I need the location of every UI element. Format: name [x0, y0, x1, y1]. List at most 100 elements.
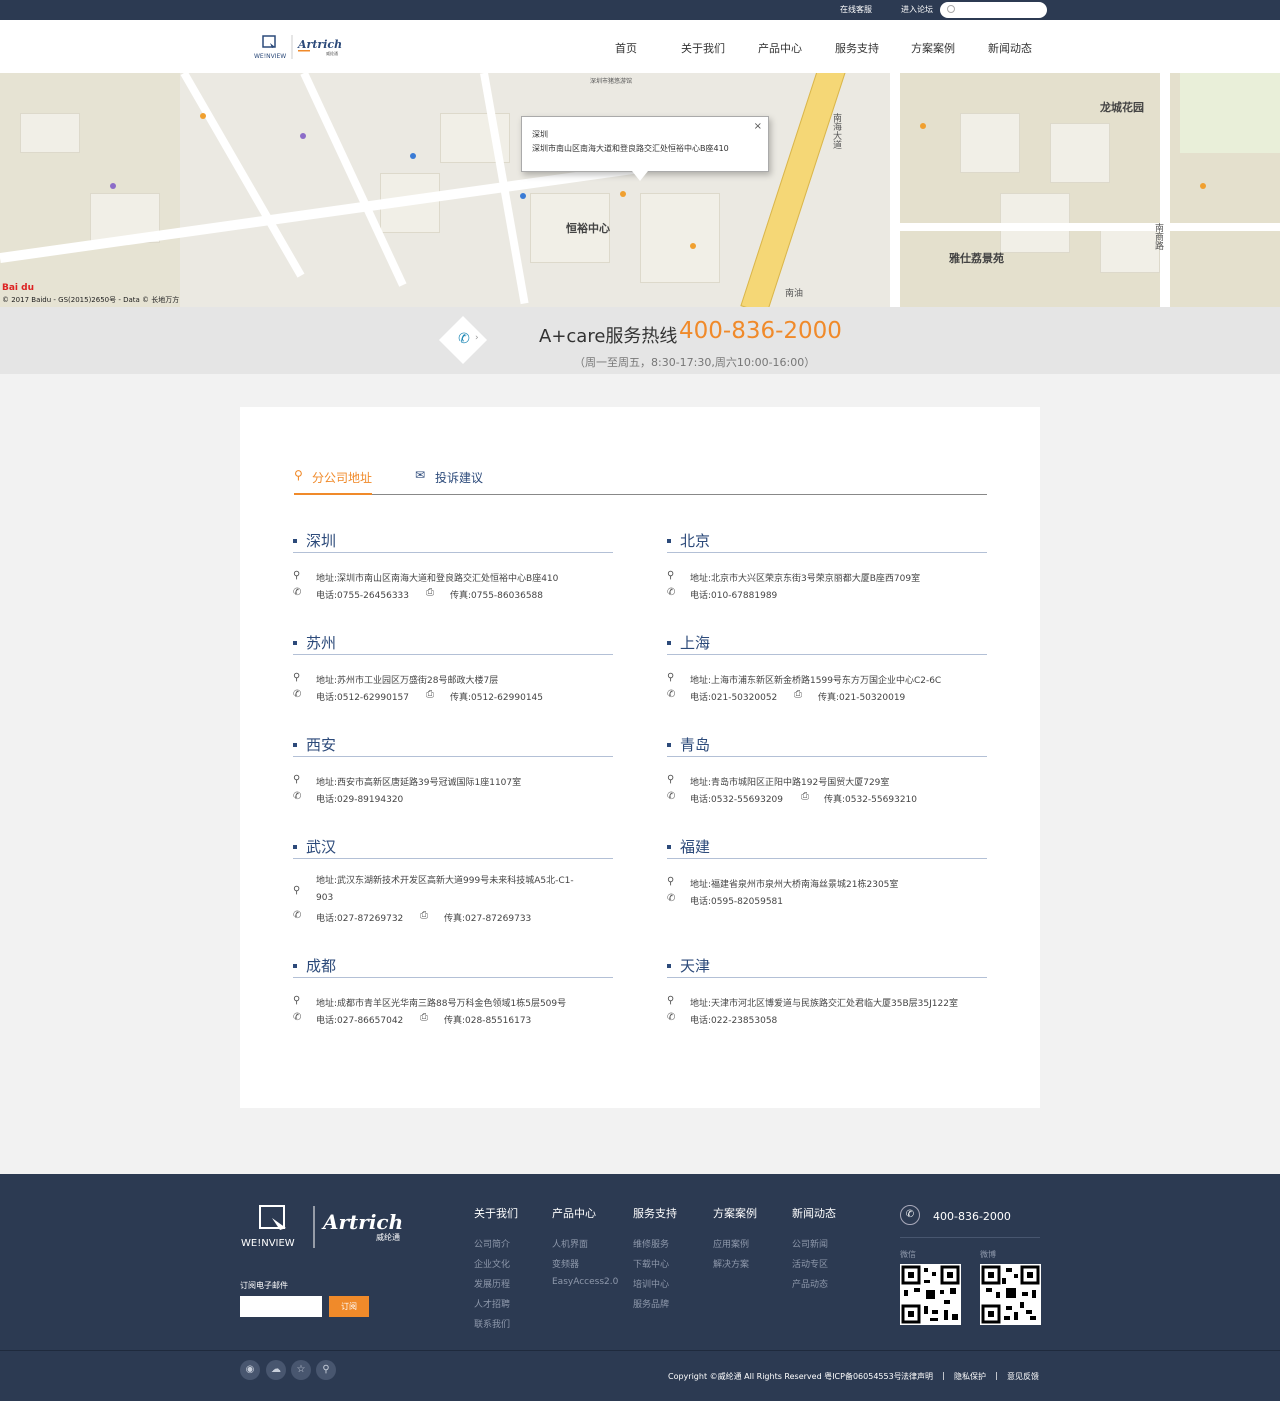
footer-col-about[interactable]: 关于我们: [474, 1205, 518, 1221]
footer-link[interactable]: 公司简介: [474, 1237, 510, 1250]
footer-link[interactable]: 活动专区: [792, 1257, 828, 1270]
office-title: 武汉: [293, 835, 613, 859]
footer-link[interactable]: 服务品牌: [633, 1297, 669, 1310]
nav-products[interactable]: 产品中心: [758, 40, 802, 56]
footer-col-products[interactable]: 产品中心: [552, 1205, 596, 1221]
map-info-popup[interactable]: 深圳 深圳市南山区南海大道和登良路交汇处恒裕中心B座410 ×: [521, 116, 769, 181]
location-pin-icon: ⚲: [293, 885, 301, 896]
map-copyright: © 2017 Baidu - GS(2015)2650号 - Data © 长地…: [2, 296, 180, 304]
fax-icon: ⎙: [420, 910, 428, 921]
search-box[interactable]: [940, 2, 1047, 18]
popup-city: 深圳: [532, 130, 548, 139]
brand-logo[interactable]: WE!NVIEW Artrich 威纶通: [252, 33, 347, 61]
close-icon[interactable]: ×: [754, 121, 762, 132]
map-poi: [520, 193, 526, 199]
popup-tail: [632, 171, 648, 181]
qr-wechat-label: 微信: [900, 1250, 916, 1259]
footer-col-news[interactable]: 新闻动态: [792, 1205, 836, 1221]
office-city: 青岛: [680, 736, 711, 754]
office-city: 苏州: [306, 634, 337, 652]
top-bar: 在线客服 进入论坛: [0, 0, 1280, 20]
nav-home[interactable]: 首页: [615, 40, 637, 56]
fax-icon: ⎙: [426, 587, 434, 598]
contact-panel: ⚲ 分公司地址 ✉ 投诉建议 深圳 ⚲ 地址:深圳市南山区南海大道和登良路交汇处恒…: [240, 407, 1040, 1108]
tab-branch-address[interactable]: 分公司地址: [293, 469, 373, 495]
link-separator: |: [995, 1371, 998, 1380]
location-map[interactable]: 恒裕中心 龙城花园 雅仕荔景苑 南海大道 南油 南商路 深圳市猪悠游馆 深圳 深…: [0, 73, 1280, 307]
office-title: 苏州: [293, 631, 613, 655]
phone-icon: ✆: [667, 893, 676, 904]
footer-logo[interactable]: WE!NVIEW Artrich 威纶通: [240, 1202, 420, 1252]
footer-link[interactable]: 发展历程: [474, 1277, 510, 1290]
subscribe-email-input[interactable]: [240, 1296, 322, 1317]
nav-about[interactable]: 关于我们: [681, 40, 725, 56]
footer-link[interactable]: 产品动态: [792, 1277, 828, 1290]
search-icon[interactable]: ⚲: [316, 1360, 336, 1380]
envelope-icon: ✉: [415, 468, 426, 482]
location-pin-icon: ⚲: [667, 774, 675, 785]
map-road: [890, 73, 900, 307]
footer-link[interactable]: 企业文化: [474, 1257, 510, 1270]
office-title: 成都: [293, 954, 613, 978]
footer-col-cases[interactable]: 方案案例: [713, 1205, 757, 1221]
footer-link[interactable]: 变频器: [552, 1257, 579, 1270]
map-poi: [200, 113, 206, 119]
map-label-nanyou: 南油: [785, 289, 804, 299]
search-input[interactable]: [958, 3, 1042, 17]
footer-link[interactable]: 维修服务: [633, 1237, 669, 1250]
location-pin-icon: ⚲: [293, 672, 301, 683]
office-title: 深圳: [293, 529, 613, 553]
footer-link[interactable]: 公司新闻: [792, 1237, 828, 1250]
office-title: 天津: [667, 954, 987, 978]
map-road: [180, 73, 305, 278]
fax-icon: ⎙: [426, 689, 434, 700]
fax-icon: ⎙: [794, 689, 802, 700]
forum-link[interactable]: 进入论坛: [901, 4, 933, 15]
footer-link[interactable]: 人才招聘: [474, 1297, 510, 1310]
office-title: 上海: [667, 631, 987, 655]
weibo-icon[interactable]: ◉: [240, 1360, 260, 1380]
hotline-hours: （周一至周五，8:30-17:30,周六10:00-16:00）: [574, 356, 816, 369]
svg-text:威纶通: 威纶通: [376, 1232, 400, 1242]
footer-link[interactable]: 联系我们: [474, 1317, 510, 1330]
feedback-link[interactable]: 意见反馈: [1007, 1371, 1039, 1382]
location-pin-icon: ⚲: [293, 570, 301, 581]
footer-link[interactable]: 解决方案: [713, 1257, 749, 1270]
phone-icon: ✆: [293, 689, 302, 700]
phone-icon: ✆: [293, 791, 302, 802]
star-icon[interactable]: ☆: [291, 1360, 311, 1380]
footer-divider: [900, 1237, 1040, 1238]
wechat-qr-code: [900, 1264, 961, 1325]
privacy-link[interactable]: 隐私保护: [954, 1371, 986, 1382]
location-pin-icon: ⚲: [667, 876, 675, 887]
footer-link[interactable]: 培训中心: [633, 1277, 669, 1290]
map-poi: [410, 153, 416, 159]
subscribe-button[interactable]: 订阅: [329, 1296, 369, 1317]
location-pin-icon: ⚲: [293, 995, 301, 1006]
legal-link[interactable]: 法律声明: [901, 1371, 933, 1382]
online-service-link[interactable]: 在线客服: [840, 4, 872, 15]
footer-link[interactable]: EasyAccess2.0: [552, 1277, 618, 1287]
map-road: [1160, 73, 1170, 307]
map-poi: [690, 243, 696, 249]
footer-link[interactable]: 下载中心: [633, 1257, 669, 1270]
footer-col-support[interactable]: 服务支持: [633, 1205, 677, 1221]
map-label-nanshan-road: 南商路: [1153, 223, 1163, 250]
nav-news[interactable]: 新闻动态: [988, 40, 1032, 56]
tab-complaint[interactable]: 投诉建议: [435, 469, 483, 486]
footer-phone: 400-836-2000: [933, 1210, 1011, 1223]
footer-copyright: Copyright ©威纶通 All Rights Reserved 粤ICP备…: [668, 1372, 902, 1381]
nav-cases[interactable]: 方案案例: [911, 40, 955, 56]
chevron-right-icon: ›: [475, 333, 479, 343]
popup-address: 深圳市南山区南海大道和登良路交汇处恒裕中心B座410: [532, 144, 729, 153]
footer-link[interactable]: 应用案例: [713, 1237, 749, 1250]
logo-right-text: Artrich: [297, 38, 342, 51]
nav-support[interactable]: 服务支持: [835, 40, 879, 56]
map-poi: [1200, 183, 1206, 189]
office-city: 武汉: [306, 838, 337, 856]
footer-link[interactable]: 人机界面: [552, 1237, 588, 1250]
map-label-hengyu: 恒裕中心: [566, 222, 610, 235]
weibo-qr-code: [980, 1264, 1041, 1325]
wechat-icon[interactable]: ☁: [266, 1360, 286, 1380]
office-city: 上海: [680, 634, 711, 652]
